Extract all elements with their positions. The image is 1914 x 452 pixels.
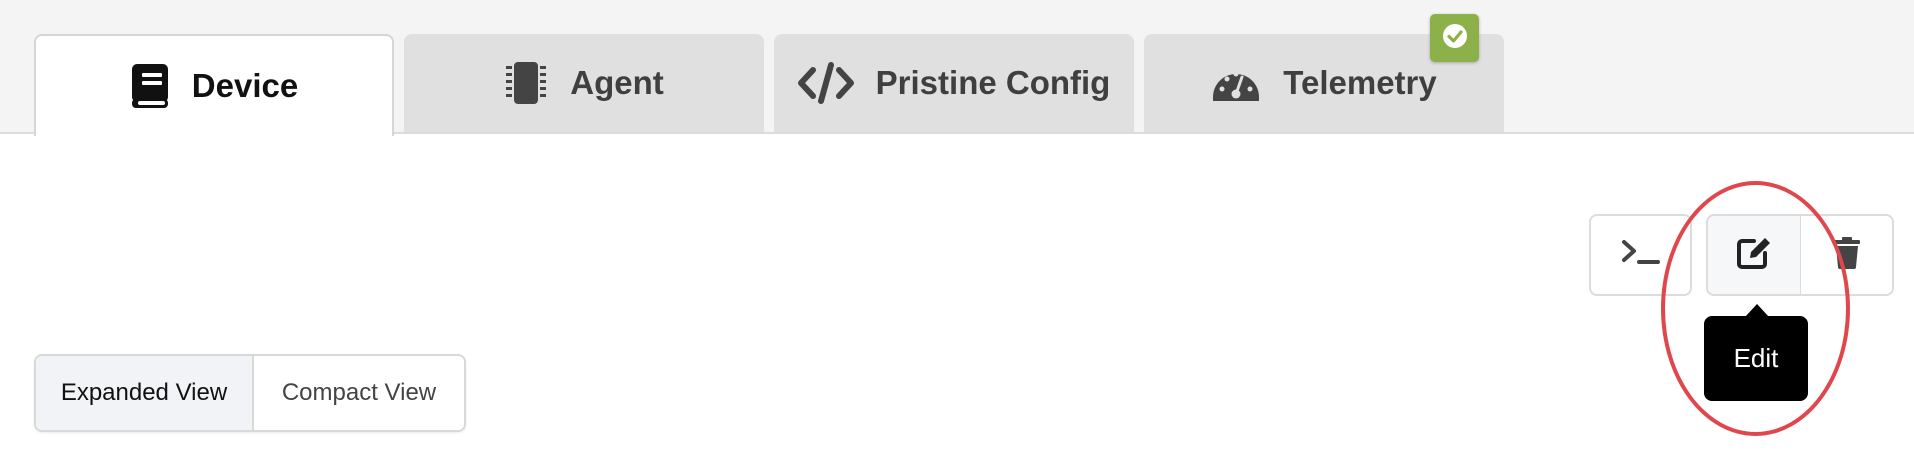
tab-pristine-config-label: Pristine Config xyxy=(875,64,1111,101)
chip-icon xyxy=(504,60,548,106)
tab-telemetry-label: Telemetry xyxy=(1283,64,1437,101)
terminal-icon xyxy=(1621,239,1661,272)
tab-agent[interactable]: Agent xyxy=(404,34,764,132)
trash-icon xyxy=(1833,236,1861,274)
gauge-icon xyxy=(1211,63,1261,103)
delete-button[interactable] xyxy=(1800,214,1894,296)
view-toggle: Expanded View Compact View xyxy=(34,354,466,432)
code-icon xyxy=(797,62,854,104)
tab-bar: Device Agent Pristine Config Telemetry xyxy=(0,0,1914,136)
check-circle-icon xyxy=(1442,23,1468,54)
tab-pristine-config[interactable]: Pristine Config xyxy=(774,34,1134,132)
terminal-button[interactable] xyxy=(1589,214,1692,296)
edit-icon xyxy=(1736,236,1772,275)
telemetry-status-badge xyxy=(1430,14,1479,62)
book-icon xyxy=(130,63,170,109)
tab-device[interactable]: Device xyxy=(34,34,394,136)
edit-button[interactable] xyxy=(1706,214,1802,296)
tooltip-text: Edit xyxy=(1733,343,1779,373)
edit-tooltip: Edit xyxy=(1704,316,1808,401)
tab-device-label: Device xyxy=(191,67,299,104)
expanded-view-button[interactable]: Expanded View xyxy=(36,356,254,430)
tab-agent-label: Agent xyxy=(570,64,664,101)
compact-view-button[interactable]: Compact View xyxy=(254,356,464,430)
